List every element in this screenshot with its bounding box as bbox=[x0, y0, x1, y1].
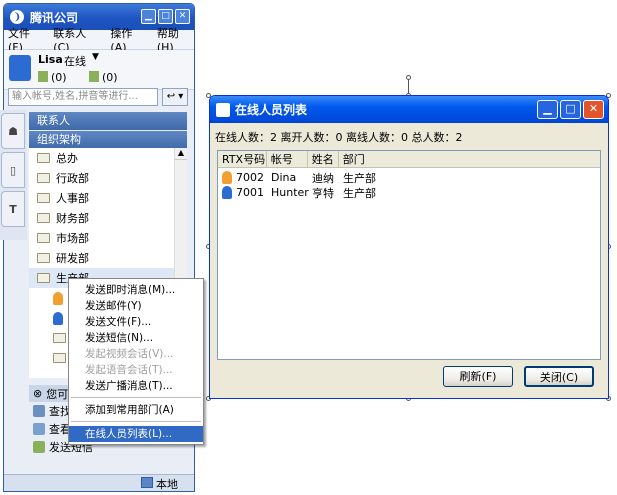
menu-send-sms[interactable]: 发送短信(N)... bbox=[69, 330, 203, 346]
maximize-button[interactable]: □ bbox=[158, 9, 173, 24]
dept-node[interactable]: 总办 bbox=[29, 148, 174, 168]
phone-icon: ▯ bbox=[9, 163, 17, 177]
status-dropdown-icon[interactable]: ▼ bbox=[92, 52, 99, 62]
menu-online-list[interactable]: 在线人员列表(L)... bbox=[69, 426, 203, 442]
folder-icon bbox=[37, 213, 50, 223]
close-dialog-button[interactable]: 关闭(C) bbox=[524, 366, 594, 387]
cell-name: 迪纳 bbox=[312, 171, 334, 185]
folder-icon bbox=[37, 193, 50, 203]
user-panel: Lisa 在线 ▼ (0) (0) bbox=[4, 50, 194, 90]
dialog-close-button[interactable]: ✕ bbox=[583, 100, 604, 119]
folder-icon bbox=[37, 253, 50, 263]
tab-contacts[interactable]: ☗ bbox=[1, 113, 25, 149]
menu-separator bbox=[71, 397, 201, 398]
dept-node[interactable]: 研发部 bbox=[29, 248, 174, 268]
folder-icon bbox=[37, 153, 50, 163]
table-row[interactable]: 7001 Hunter 亨特 生产部 bbox=[218, 185, 600, 200]
col-name[interactable]: 姓名 bbox=[308, 151, 339, 167]
col-dept[interactable]: 部门 bbox=[339, 151, 600, 167]
mail-icon[interactable] bbox=[38, 71, 48, 82]
cell-name: 亨特 bbox=[312, 186, 334, 200]
context-menu: 发送即时消息(M)... 发送邮件(Y) 发送文件(F)... 发送短信(N).… bbox=[68, 278, 204, 445]
col-rtx[interactable]: RTX号码 bbox=[218, 151, 267, 167]
menu-send-file[interactable]: 发送文件(F)... bbox=[69, 314, 203, 330]
cell-rtx: 7001 bbox=[236, 186, 264, 199]
user-name: Lisa bbox=[38, 53, 63, 66]
menu-separator bbox=[71, 421, 201, 422]
dept-node[interactable]: 市场部 bbox=[29, 228, 174, 248]
dialog-maximize-button[interactable]: □ bbox=[560, 100, 581, 119]
dialog-app-icon bbox=[216, 102, 230, 117]
bottom-header-label: 您可 bbox=[46, 387, 69, 401]
menu-broadcast[interactable]: 发送广播消息(T)... bbox=[69, 378, 203, 394]
female-user-icon bbox=[222, 171, 232, 184]
sms-icon[interactable] bbox=[89, 71, 99, 82]
sms-count: (0) bbox=[102, 71, 118, 84]
dept-label: 人事部 bbox=[56, 192, 89, 205]
female-user-icon bbox=[53, 291, 63, 305]
search-go-button[interactable]: ↩ ▾ bbox=[162, 88, 188, 106]
tools-icon: T bbox=[9, 202, 17, 216]
menu-video-call: 发起视频会话(V)... bbox=[85, 348, 174, 360]
list-header: RTX号码 帐号 姓名 部门 bbox=[218, 151, 600, 168]
menu-send-mail[interactable]: 发送邮件(Y) bbox=[69, 298, 203, 314]
menu-voice-call: 发起语音会话(T)... bbox=[85, 364, 173, 376]
app-logo-icon: ❩ bbox=[10, 10, 24, 24]
tab-tools[interactable]: T bbox=[1, 191, 25, 227]
find-icon bbox=[33, 405, 45, 417]
dept-label: 总办 bbox=[56, 152, 78, 165]
avatar[interactable] bbox=[9, 55, 31, 81]
dept-node[interactable]: 行政部 bbox=[29, 168, 174, 188]
dialog-titlebar[interactable]: 在线人员列表 ▁ □ ✕ bbox=[210, 96, 608, 123]
search-input[interactable]: 输入帐号,姓名,拼音等进行... bbox=[8, 88, 158, 106]
people-icon: ☗ bbox=[8, 124, 18, 138]
cell-rtx: 7002 bbox=[236, 171, 264, 184]
male-user-icon bbox=[53, 311, 63, 325]
cell-account: Dina bbox=[271, 171, 297, 184]
online-summary: 在线人数：2 离开人数：0 离线人数：0 总人数：2 bbox=[215, 131, 463, 144]
rotate-handle[interactable] bbox=[406, 75, 411, 80]
folder-icon bbox=[53, 333, 66, 343]
sms-icon bbox=[33, 441, 45, 453]
male-user-icon bbox=[222, 186, 232, 199]
folder-open-icon bbox=[37, 273, 50, 283]
menu-send-im[interactable]: 发送即时消息(M)... bbox=[69, 282, 203, 298]
cell-dept: 生产部 bbox=[343, 171, 376, 185]
local-icon bbox=[141, 477, 153, 488]
online-list-view[interactable]: RTX号码 帐号 姓名 部门 7002 Dina 迪纳 生产部 7001 Hun… bbox=[217, 150, 601, 360]
minimize-button[interactable]: ▁ bbox=[141, 9, 156, 24]
view-icon bbox=[33, 423, 45, 435]
dialog-minimize-button[interactable]: ▁ bbox=[537, 100, 558, 119]
tab-mobile[interactable]: ▯ bbox=[1, 152, 25, 188]
status-local[interactable]: 本地 bbox=[156, 476, 178, 492]
menu-bar: 文件(F) 联系人(C) 操作(A) 帮助(H) bbox=[4, 27, 194, 54]
scroll-up-icon[interactable]: ▲ bbox=[175, 148, 187, 160]
section-org[interactable]: 组织架构 bbox=[29, 131, 187, 149]
dialog-title: 在线人员列表 bbox=[235, 103, 308, 117]
folder-icon bbox=[37, 173, 50, 183]
mail-count: (0) bbox=[51, 71, 67, 84]
refresh-button[interactable]: 刷新(F) bbox=[443, 366, 513, 387]
folder-icon bbox=[37, 233, 50, 243]
col-account[interactable]: 帐号 bbox=[267, 151, 308, 167]
dept-label: 财务部 bbox=[56, 212, 89, 225]
section-contacts[interactable]: 联系人 bbox=[29, 112, 187, 130]
menu-add-favorite-dept[interactable]: 添加到常用部门(A) bbox=[69, 402, 203, 418]
dept-node[interactable]: 财务部 bbox=[29, 208, 174, 228]
dept-label: 市场部 bbox=[56, 232, 89, 245]
dept-node[interactable]: 人事部 bbox=[29, 188, 174, 208]
collapse-icon: ⊗ bbox=[33, 387, 43, 400]
main-title: 腾讯公司 bbox=[30, 10, 79, 25]
status-bar: 本地 bbox=[4, 474, 194, 491]
folder-icon bbox=[53, 353, 66, 363]
dept-label: 研发部 bbox=[56, 252, 89, 265]
dept-label: 行政部 bbox=[56, 172, 89, 185]
table-row[interactable]: 7002 Dina 迪纳 生产部 bbox=[218, 170, 600, 185]
side-tabs: ☗ ▯ T bbox=[0, 110, 27, 240]
user-status[interactable]: 在线 bbox=[64, 53, 86, 69]
cell-account: Hunter bbox=[271, 186, 309, 199]
cell-dept: 生产部 bbox=[343, 186, 376, 200]
close-button[interactable]: ✕ bbox=[175, 9, 190, 24]
